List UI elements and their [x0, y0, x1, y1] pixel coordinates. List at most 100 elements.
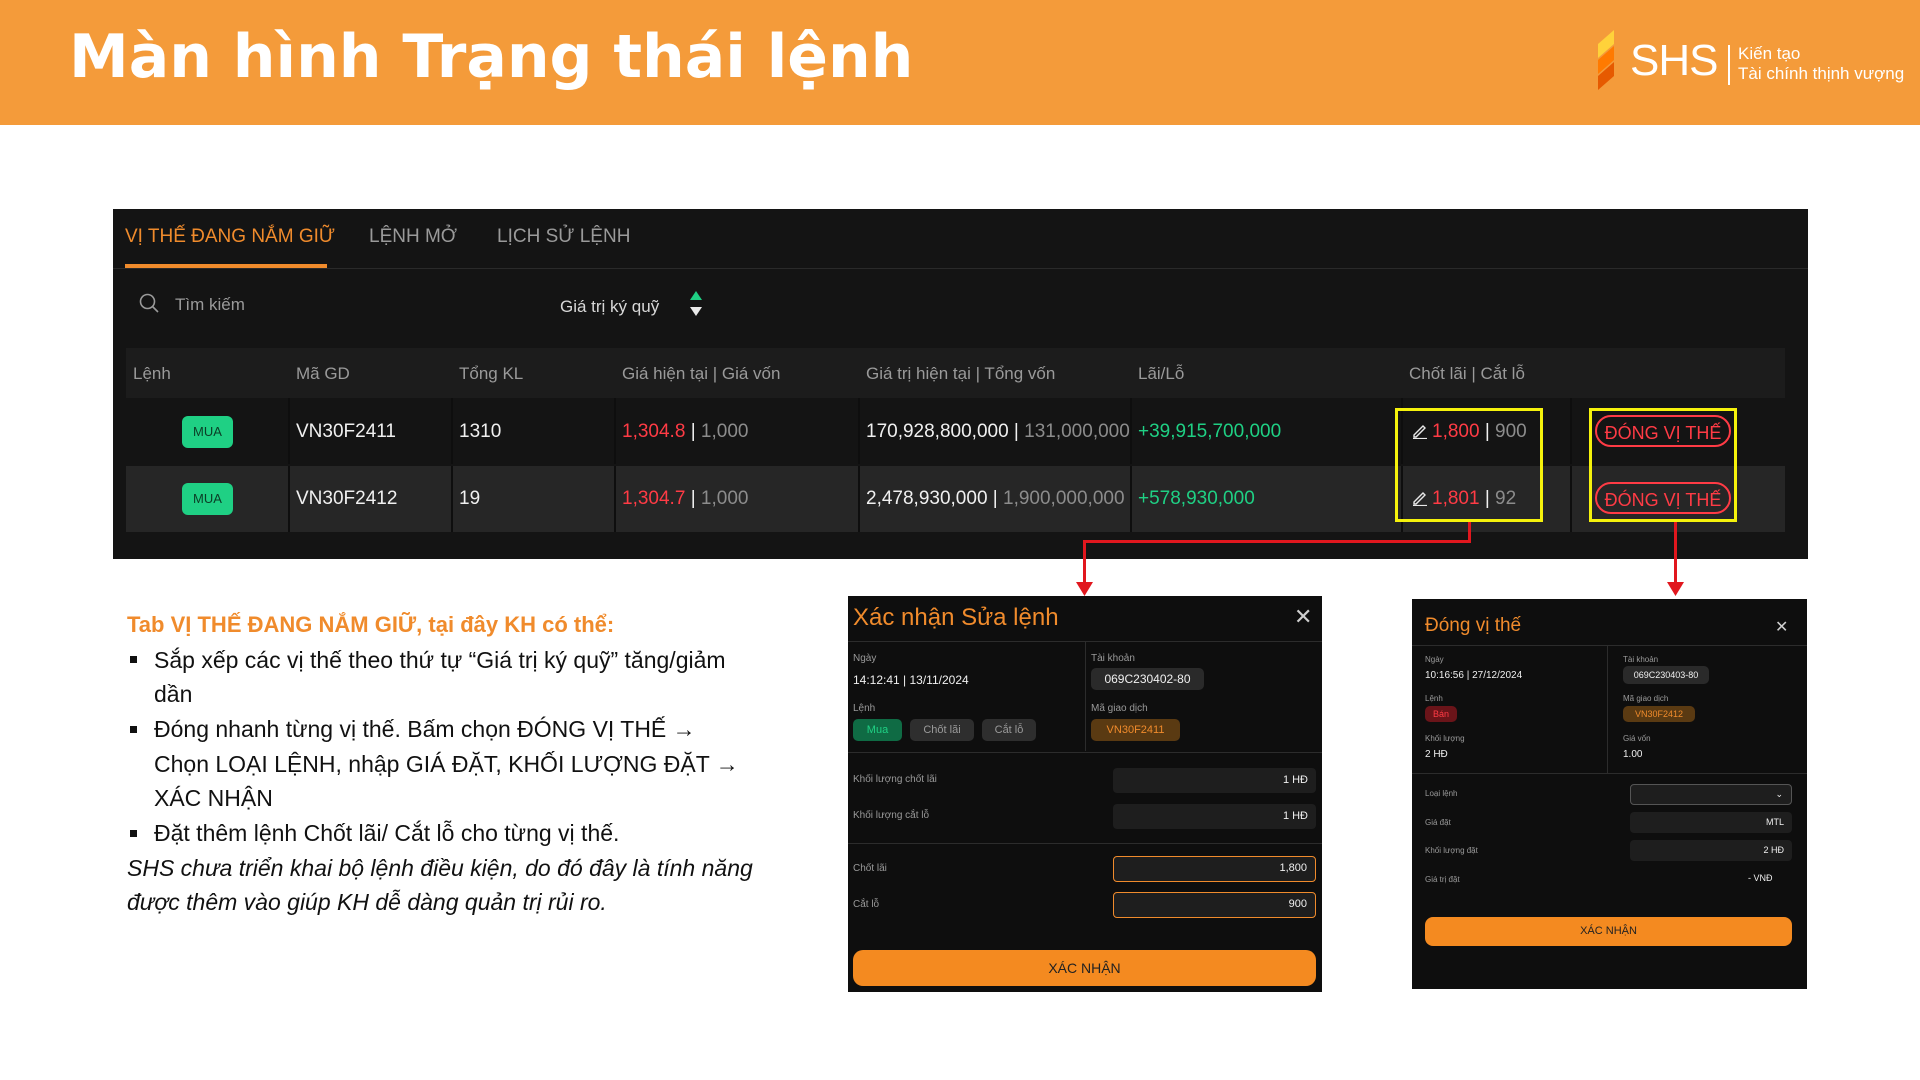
buy-badge: MUA	[182, 416, 233, 448]
sort-asc-icon[interactable]	[690, 291, 702, 300]
note-italic: được thêm vào giúp KH dễ dàng quản trị r…	[127, 889, 607, 915]
note-line: dần	[154, 681, 193, 707]
th-order: Lệnh	[133, 364, 171, 383]
sort-label[interactable]: Giá trị ký quỹ	[560, 297, 659, 317]
confirm-button[interactable]: XÁC NHẬN	[1425, 917, 1792, 946]
divider	[848, 752, 1322, 753]
note-line: Sắp xếp các vị thế theo thứ tự “Giá trị …	[154, 647, 726, 673]
active-tab-indicator	[125, 264, 327, 268]
price-input[interactable]: MTL	[1630, 812, 1792, 833]
row-price: 1,304.7 | 1,000	[622, 488, 748, 510]
order-label: Lệnh	[853, 703, 876, 714]
sl-label: Cắt lỗ	[853, 899, 880, 910]
buy-pill[interactable]: Mua	[853, 719, 902, 741]
row-value: 2,478,930,000 | 1,900,000,000	[866, 488, 1130, 510]
page-title: Màn hình Trạng thái lệnh	[69, 22, 914, 92]
divider	[1412, 773, 1807, 774]
row-qty: 1310	[459, 421, 502, 442]
search-icon[interactable]	[139, 293, 159, 313]
tp-qty-label: Khối lượng chốt lãi	[853, 774, 937, 785]
tab-open-orders[interactable]: LỆNH MỞ	[369, 226, 457, 248]
divider	[1607, 645, 1608, 773]
tab-order-history[interactable]: LỊCH SỬ LỆNH	[497, 226, 630, 248]
tp-price-input[interactable]: 1,800	[1113, 856, 1316, 882]
divider	[1412, 645, 1807, 646]
highlight-tp-sl	[1395, 408, 1543, 522]
bullet	[130, 830, 137, 837]
date-value: 14:12:41 | 13/11/2024	[853, 673, 969, 687]
date-label: Ngày	[1425, 655, 1444, 664]
column-divider	[858, 398, 860, 464]
sl-qty-label: Khối lượng cắt lỗ	[853, 810, 930, 821]
divider	[1085, 641, 1086, 751]
account-label: Tài khoản	[1623, 655, 1659, 664]
th-price: Giá hiện tại | Giá vốn	[622, 364, 781, 383]
th-value: Giá trị hiện tại | Tổng vốn	[866, 364, 1056, 383]
cost-label: Giá vốn	[1623, 734, 1651, 743]
search-input[interactable]: Tìm kiếm	[175, 295, 245, 315]
order-label: Lệnh	[1425, 694, 1443, 703]
note-line: Chọn LOẠI LỆNH, nhập GIÁ ĐẶT, KHỐI LƯỢNG…	[154, 751, 739, 777]
row-price: 1,304.8 | 1,000	[622, 421, 748, 443]
column-divider	[1570, 398, 1572, 464]
close-icon[interactable]: ✕	[1294, 604, 1312, 630]
date-value: 10:16:56 | 27/12/2024	[1425, 670, 1523, 681]
order-type-select[interactable]: ⌄	[1630, 784, 1792, 805]
stop-loss-pill[interactable]: Cắt lỗ	[982, 719, 1036, 741]
logo-divider	[1728, 45, 1730, 85]
divider	[848, 843, 1322, 844]
tab-positions[interactable]: VỊ THẾ ĐANG NẮM GIỮ	[125, 226, 335, 248]
chevron-down-icon: ⌄	[1775, 789, 1783, 799]
column-divider	[451, 466, 453, 532]
separator: |	[1013, 421, 1019, 442]
price-now: 1,304.8	[622, 421, 686, 442]
tp-qty-input[interactable]: 1 HĐ	[1113, 768, 1316, 793]
code-label: Mã giao dịch	[1623, 694, 1669, 703]
code-label: Mã giao dịch	[1091, 703, 1148, 714]
separator: |	[690, 488, 696, 509]
code-value: VN30F2411	[1091, 719, 1180, 741]
price-now: 1,304.7	[622, 488, 686, 509]
arrow-line	[1083, 540, 1471, 543]
th-pnl: Lãi/Lỗ	[1138, 364, 1185, 383]
value-cost: 1,900,000,000	[1003, 488, 1125, 509]
value-now: 2,478,930,000	[866, 488, 988, 509]
price-label: Giá đặt	[1425, 818, 1451, 827]
qty-value: 2 HĐ	[1425, 749, 1448, 760]
highlight-close-button	[1589, 408, 1737, 522]
th-qty: Tổng KL	[459, 364, 524, 383]
modal-title: Đóng vị thế	[1425, 615, 1522, 636]
value-value: - VNĐ	[1748, 873, 1773, 883]
column-divider	[288, 466, 290, 532]
notes-title: Tab VỊ THẾ ĐANG NẮM GIỮ, tại đây KH có t…	[127, 612, 615, 637]
sl-price-input[interactable]: 900	[1113, 892, 1316, 918]
column-divider	[451, 398, 453, 464]
sl-qty-input[interactable]: 1 HĐ	[1113, 804, 1316, 829]
confirm-button[interactable]: XÁC NHẬN	[853, 950, 1316, 986]
close-icon[interactable]: ✕	[1775, 617, 1788, 637]
order-qty-label: Khối lượng đặt	[1425, 846, 1478, 855]
arrow-line	[1674, 522, 1677, 585]
arrow-line	[1083, 540, 1086, 585]
tp-label: Chốt lãi	[853, 863, 887, 874]
account-value: 069C230402-80	[1091, 668, 1204, 690]
order-qty-input[interactable]: 2 HĐ	[1630, 840, 1792, 861]
price-cost: 1,000	[700, 421, 749, 442]
sort-desc-icon[interactable]	[690, 307, 702, 316]
row-value: 170,928,800,000 | 131,000,000,000	[866, 421, 1130, 443]
separator: |	[992, 488, 998, 509]
value-now: 170,928,800,000	[866, 421, 1009, 442]
column-divider	[288, 398, 290, 464]
row-pnl: +578,930,000	[1138, 488, 1255, 509]
code-value: VN30F2412	[1623, 706, 1695, 722]
take-profit-pill[interactable]: Chốt lãi	[910, 719, 974, 741]
qty-label: Khối lượng	[1425, 734, 1465, 743]
account-label: Tài khoản	[1091, 653, 1135, 664]
column-divider	[1570, 466, 1572, 532]
column-divider	[1130, 398, 1132, 464]
row-code: VN30F2411	[296, 421, 396, 442]
logo-tagline-2: Tài chính thịnh vượng	[1738, 64, 1905, 83]
value-label: Giá trị đặt	[1425, 875, 1460, 884]
type-label: Loại lệnh	[1425, 789, 1458, 798]
bullet	[130, 656, 137, 663]
